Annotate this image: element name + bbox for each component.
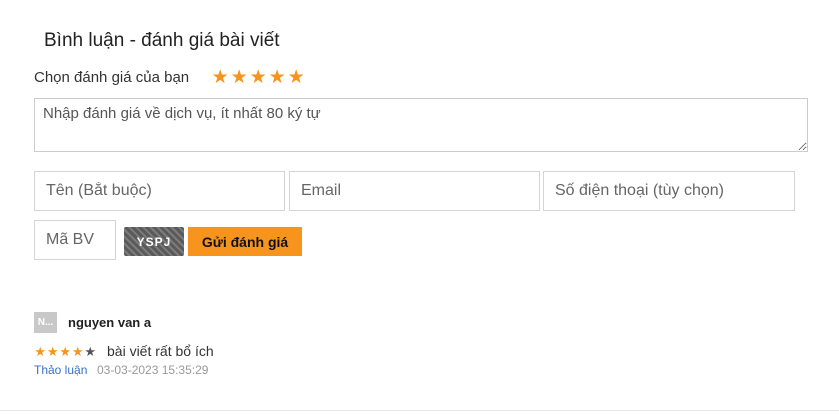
comment-timestamp: 03-03-2023 15:35:29 [97,363,209,377]
name-input[interactable] [34,171,285,211]
comment-rating: ★ ★ ★ ★ ★ [34,345,97,358]
star-icon-1[interactable]: ★ [211,68,229,87]
star-filled-icon: ★ [46,344,59,359]
star-icon-4[interactable]: ★ [268,68,286,87]
star-icon-2[interactable]: ★ [230,68,248,87]
star-icon-5[interactable]: ★ [287,68,305,87]
comment-section-title: Bình luận - đánh giá bài viết [44,30,280,51]
star-filled-icon: ★ [59,344,72,359]
submit-review-button[interactable]: Gửi đánh giá [188,227,302,256]
email-input[interactable] [289,171,540,211]
comment-text: bài viết rất bổ ích [107,343,214,359]
rating-selector: Chọn đánh giá của bạn ★ ★ ★ ★ ★ [34,68,305,87]
avatar: N... [34,312,57,333]
rating-stars[interactable]: ★ ★ ★ ★ ★ [211,68,305,87]
review-textarea[interactable] [34,98,808,152]
star-filled-icon: ★ [34,344,47,359]
star-icon-3[interactable]: ★ [249,68,267,87]
captcha-input[interactable] [34,220,116,260]
star-filled-icon: ★ [71,344,84,359]
star-empty-icon: ★ [84,344,97,359]
rating-label: Chọn đánh giá của bạn [34,69,190,86]
captcha-image: YSPJ [124,227,184,256]
divider [0,410,839,411]
reply-link[interactable]: Thảo luận [34,363,87,377]
phone-input[interactable] [543,171,795,211]
comment-author: nguyen van a [68,315,152,330]
